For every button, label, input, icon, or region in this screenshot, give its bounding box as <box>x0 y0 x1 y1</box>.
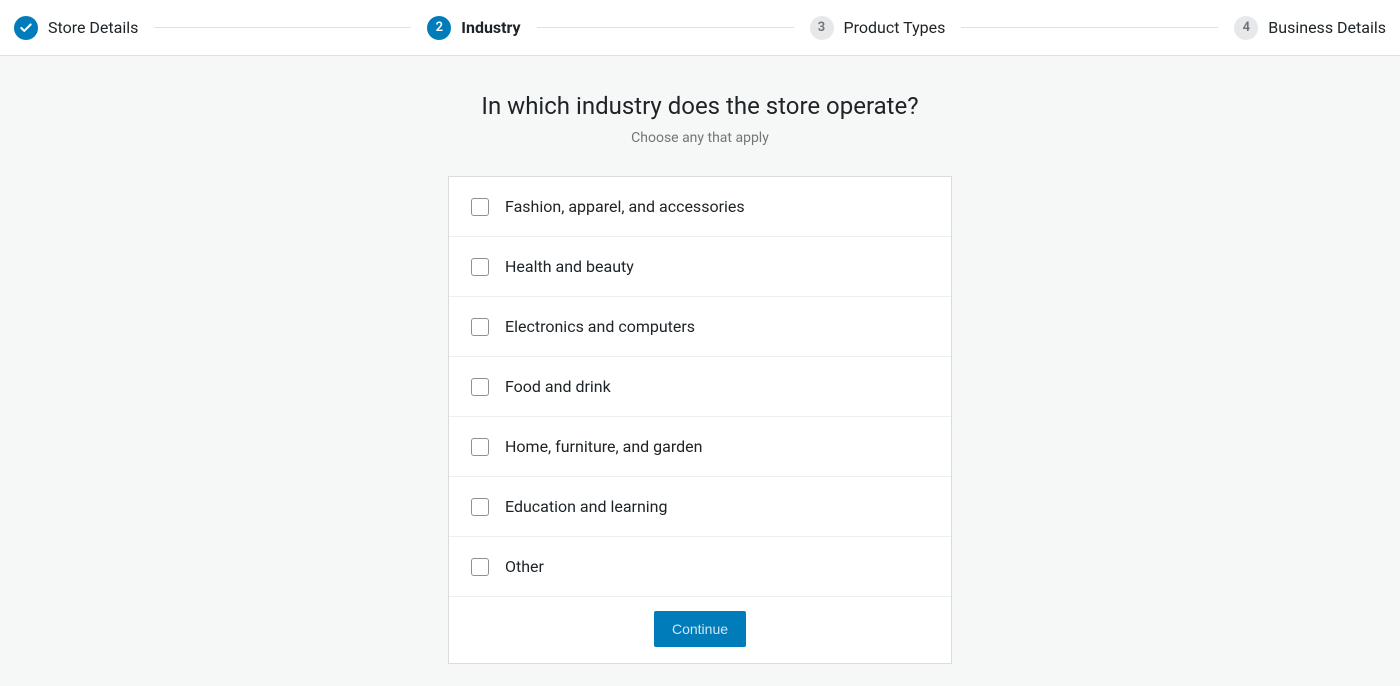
option-label: Electronics and computers <box>505 317 695 336</box>
checkbox-icon[interactable] <box>471 318 489 336</box>
step-number-circle: 3 <box>810 16 834 40</box>
card-footer: Continue <box>449 597 951 663</box>
question-subtitle: Choose any that apply <box>631 130 769 146</box>
step-divider <box>154 27 411 28</box>
industry-option-electronics[interactable]: Electronics and computers <box>449 297 951 357</box>
checkbox-icon[interactable] <box>471 438 489 456</box>
industry-option-education[interactable]: Education and learning <box>449 477 951 537</box>
industry-option-other[interactable]: Other <box>449 537 951 597</box>
option-label: Food and drink <box>505 377 611 396</box>
industry-option-home-garden[interactable]: Home, furniture, and garden <box>449 417 951 477</box>
wizard-stepper: Store Details 2 Industry 3 Product Types… <box>0 0 1400 56</box>
step-number-circle: 2 <box>427 16 451 40</box>
checkbox-icon[interactable] <box>471 498 489 516</box>
step-industry[interactable]: 2 Industry <box>427 16 520 40</box>
option-label: Education and learning <box>505 497 668 516</box>
checkbox-icon[interactable] <box>471 198 489 216</box>
option-label: Fashion, apparel, and accessories <box>505 197 745 216</box>
checkbox-icon[interactable] <box>471 378 489 396</box>
question-title: In which industry does the store operate… <box>481 92 918 120</box>
step-store-details[interactable]: Store Details <box>14 16 138 40</box>
main-content: In which industry does the store operate… <box>0 56 1400 664</box>
step-business-details[interactable]: 4 Business Details <box>1234 16 1386 40</box>
step-divider <box>961 27 1218 28</box>
step-label: Store Details <box>48 18 138 37</box>
option-label: Home, furniture, and garden <box>505 437 702 456</box>
step-divider <box>537 27 794 28</box>
check-icon <box>14 16 38 40</box>
industry-option-fashion[interactable]: Fashion, apparel, and accessories <box>449 177 951 237</box>
industry-option-health-beauty[interactable]: Health and beauty <box>449 237 951 297</box>
continue-button[interactable]: Continue <box>654 611 746 647</box>
checkbox-icon[interactable] <box>471 558 489 576</box>
option-label: Other <box>505 557 544 576</box>
checkbox-icon[interactable] <box>471 258 489 276</box>
step-product-types[interactable]: 3 Product Types <box>810 16 946 40</box>
option-label: Health and beauty <box>505 257 634 276</box>
industry-options-card: Fashion, apparel, and accessories Health… <box>448 176 952 664</box>
step-number-circle: 4 <box>1234 16 1258 40</box>
step-label: Product Types <box>844 18 946 37</box>
step-label: Industry <box>461 18 520 37</box>
step-label: Business Details <box>1268 18 1386 37</box>
industry-option-food-drink[interactable]: Food and drink <box>449 357 951 417</box>
